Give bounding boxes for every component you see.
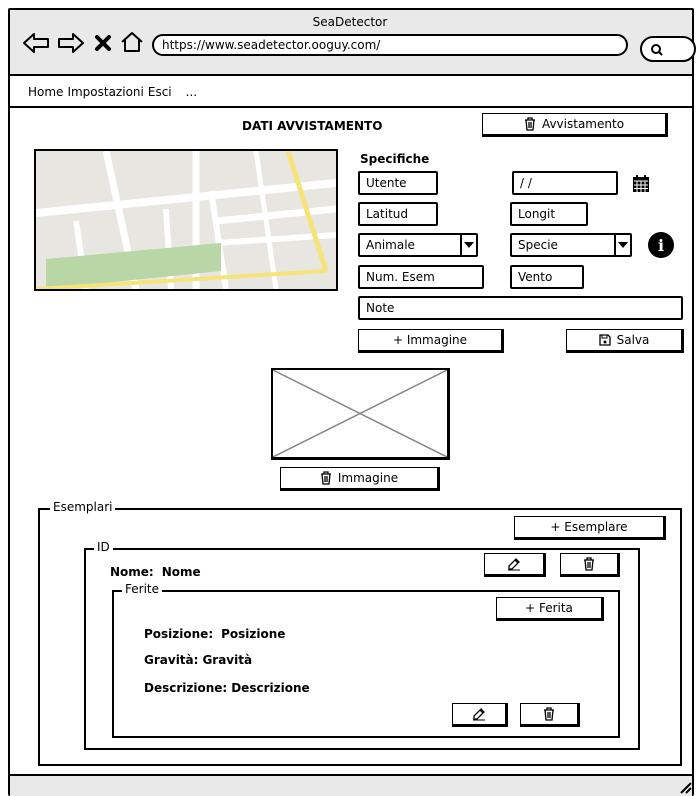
- browser-search-box[interactable]: [640, 36, 696, 62]
- toolbar-divider: [10, 74, 692, 76]
- forward-arrow-icon[interactable]: [57, 32, 85, 54]
- add-esemplare-label: + Esemplare: [550, 520, 628, 534]
- descrizione-value: Descrizione: [231, 681, 310, 695]
- add-ferita-label: + Ferita: [525, 601, 573, 615]
- image-placeholder: [271, 368, 450, 460]
- esemplari-legend: Esemplari: [50, 500, 116, 514]
- delete-ferita-button[interactable]: [520, 703, 580, 727]
- add-image-label: + Immagine: [392, 333, 468, 347]
- menu-item-more[interactable]: ...: [186, 85, 197, 99]
- window-title: SeaDetector: [312, 15, 388, 29]
- calendar-icon[interactable]: [631, 174, 651, 194]
- descrizione-row: Descrizione: Descrizione: [144, 681, 310, 695]
- esemplare-name-row: Nome: Nome: [110, 565, 201, 579]
- trash-icon: [544, 707, 554, 721]
- edit-esemplare-button[interactable]: [484, 553, 546, 577]
- num-esemplari-field[interactable]: Num. Esem: [358, 265, 484, 289]
- add-image-button[interactable]: + Immagine: [358, 329, 504, 353]
- menu-bar: Home Impostazioni Esci ...: [28, 85, 197, 99]
- add-ferita-button[interactable]: + Ferita: [496, 597, 604, 621]
- add-esemplare-button[interactable]: + Esemplare: [514, 516, 666, 540]
- date-field[interactable]: / /: [512, 171, 618, 195]
- gravita-value: Gravità: [202, 653, 253, 667]
- gravita-row: Gravità: Gravità: [144, 653, 252, 667]
- posizione-row: Posizione: Posizione: [144, 627, 285, 641]
- utente-field[interactable]: Utente: [358, 171, 438, 195]
- url-bar[interactable]: https://www.seadetector.ooguy.com/: [152, 34, 628, 56]
- edit-icon: [508, 558, 520, 571]
- specs-label: Specifiche: [360, 152, 430, 166]
- chevron-down-icon: [614, 235, 630, 255]
- status-bar: [10, 776, 692, 796]
- ferite-legend: Ferite: [122, 582, 162, 596]
- delete-image-button[interactable]: Immagine: [280, 467, 440, 491]
- menu-divider: [10, 106, 692, 108]
- search-icon: [651, 44, 663, 56]
- info-icon[interactable]: i: [648, 232, 674, 258]
- specie-select-value: Specie: [518, 238, 558, 252]
- url-text: https://www.seadetector.ooguy.com/: [162, 38, 381, 52]
- posizione-label: Posizione:: [144, 627, 214, 641]
- specie-select[interactable]: Specie: [510, 233, 632, 257]
- edit-icon: [473, 708, 485, 721]
- delete-esemplare-button[interactable]: [560, 553, 620, 577]
- name-label: Nome:: [110, 565, 154, 579]
- trash-icon: [524, 117, 535, 131]
- animale-select-value: Animale: [366, 238, 415, 252]
- vento-field[interactable]: Vento: [510, 265, 584, 289]
- delete-sighting-label: Avvistamento: [541, 117, 625, 131]
- page-title: DATI AVVISTAMENTO: [242, 119, 383, 133]
- animale-select[interactable]: Animale: [358, 233, 478, 257]
- menu-item-impostazioni[interactable]: Impostazioni: [67, 85, 143, 99]
- back-arrow-icon[interactable]: [22, 32, 50, 54]
- home-icon[interactable]: [120, 31, 144, 53]
- esemplare-id-legend: ID: [94, 540, 113, 554]
- save-label: Salva: [616, 333, 650, 347]
- note-field[interactable]: Note: [358, 296, 683, 320]
- latitude-field[interactable]: Latitud: [358, 202, 438, 226]
- edit-ferita-button[interactable]: [452, 703, 508, 727]
- save-icon: [598, 334, 611, 346]
- map-graphic: [36, 151, 336, 289]
- trash-icon: [584, 557, 594, 571]
- close-icon[interactable]: [94, 34, 112, 52]
- resize-handle-icon[interactable]: [678, 780, 692, 794]
- trash-icon: [320, 471, 331, 485]
- descrizione-label: Descrizione:: [144, 681, 228, 695]
- name-value: Nome: [161, 565, 201, 579]
- image-placeholder-cross: [273, 370, 447, 457]
- chevron-down-icon: [460, 235, 476, 255]
- delete-image-label: Immagine: [337, 471, 399, 485]
- save-button[interactable]: Salva: [566, 329, 684, 353]
- longitude-field[interactable]: Longit: [510, 202, 588, 226]
- map-view[interactable]: [34, 149, 338, 291]
- menu-item-home[interactable]: Home: [28, 85, 63, 99]
- menu-item-esci[interactable]: Esci: [148, 85, 172, 99]
- delete-sighting-button[interactable]: Avvistamento: [482, 113, 668, 137]
- gravita-label: Gravità:: [144, 653, 199, 667]
- posizione-value: Posizione: [221, 627, 286, 641]
